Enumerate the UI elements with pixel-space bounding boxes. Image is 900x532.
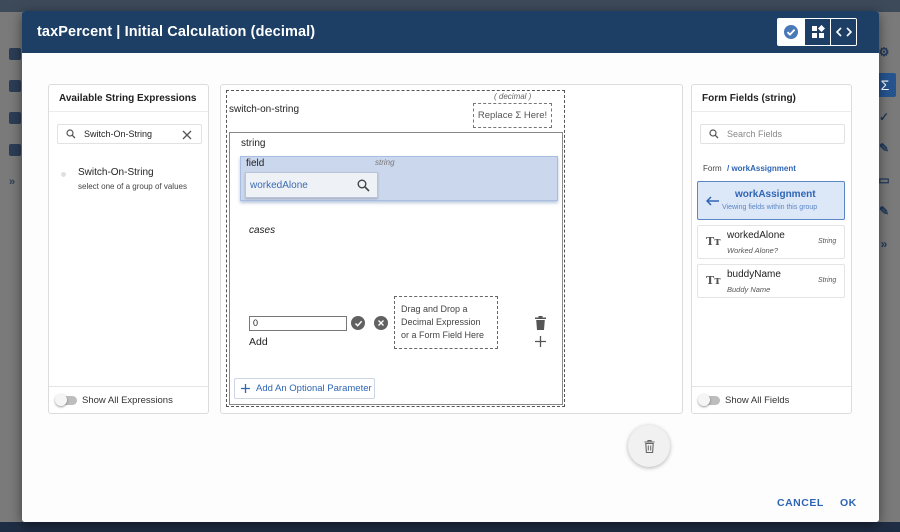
expression-list-item[interactable]: Switch-On-String select one of a group o… [49,161,208,199]
return-type-label: ( decimal ) [494,92,532,101]
plus-icon [241,384,250,393]
check-circle-icon [784,25,798,39]
show-all-fields-label: Show All Fields [725,394,790,406]
field-search-input[interactable]: Search Fields [700,124,845,144]
form-field-name: buddyName [727,269,781,280]
available-expressions-title: Available String Expressions [49,85,208,112]
bg-dashboard-icon [9,80,21,92]
expression-bullet [61,172,66,177]
bg-check-icon: ✓ [878,110,890,124]
text-type-icon: Tт [706,274,722,287]
form-field-label: Worked Alone? [727,246,778,255]
expression-description: select one of a group of values [78,182,187,191]
bg-wrench-icon: ✎ [878,141,890,155]
search-icon [66,129,76,139]
check-icon [354,320,362,327]
show-all-expressions-label: Show All Expressions [82,394,173,406]
decimal-drop-target[interactable]: Drag and Drop a Decimal Expression or a … [394,296,498,349]
field-value: workedAlone [250,180,308,191]
code-icon [835,27,852,37]
form-field-name: workedAlone [727,230,785,241]
validate-view-button[interactable] [778,19,804,45]
delete-expression-button[interactable] [628,425,670,467]
text-type-icon: Tт [706,235,722,248]
confirm-case-button[interactable] [351,316,365,330]
switch-on-string-label: switch-on-string [229,104,300,115]
close-icon [378,320,384,326]
cancel-button[interactable]: CANCEL [777,497,824,509]
expression-builder-dialog: taxPercent | Initial Calculation (decima… [22,11,879,522]
breadcrumb-path[interactable]: / workAssignment [727,164,796,173]
bg-edit-icon: ✎ [878,204,890,218]
blocks-view-button[interactable] [804,19,830,45]
form-field-label: Buddy Name [727,285,771,294]
add-optional-parameter-label: Add An Optional Parameter [256,383,372,394]
view-mode-toggle-group [777,18,857,46]
bg-expand-icon: » [9,176,16,188]
field-search-placeholder: Search Fields [727,129,783,139]
form-field-chip[interactable]: workedAlone [245,172,378,198]
expression-search-input[interactable]: Switch-On-String [57,124,202,144]
arrow-left-icon [706,196,719,206]
dialog-header: taxPercent | Initial Calculation (decima… [22,11,879,53]
dialog-title: taxPercent | Initial Calculation (decima… [37,24,316,40]
form-field-type: String [818,238,837,245]
breadcrumb-root[interactable]: Form [703,164,722,173]
search-icon[interactable] [357,179,370,192]
show-all-expressions-toggle[interactable]: Show All Expressions [49,386,208,413]
replace-drop-target[interactable]: Replace Σ Here! [473,103,552,128]
bg-chevrons-icon: » [880,237,888,251]
field-label: field [246,158,265,169]
cases-label: cases [249,225,276,236]
add-case-icon[interactable] [535,336,546,347]
replace-placeholder: Replace Σ Here! [477,110,548,121]
bg-puzzle-icon [9,112,21,124]
string-section-label: string [241,138,266,149]
drop-hint-text: Drag and Drop a Decimal Expression or a … [401,304,485,340]
bg-settings-icon [9,144,21,156]
bg-display-icon: ▭ [878,173,890,187]
code-view-button[interactable] [830,19,856,45]
field-drop-zone[interactable]: field string workedAlone [240,156,558,201]
clear-search-icon[interactable] [182,130,192,140]
remove-case-button[interactable] [374,316,388,330]
toggle-switch [55,393,77,406]
case-value-input[interactable]: 0 [249,316,347,331]
ok-button[interactable]: OK [840,497,857,509]
group-subtitle: Viewing fields within this group [722,204,818,211]
dialog-body: Available String Expressions Switch-On-S… [22,53,879,522]
form-field-type: String [818,277,837,284]
search-icon [709,129,719,139]
group-name: workAssignment [735,189,816,200]
trash-icon [644,439,654,453]
blocks-icon [811,25,825,38]
toggle-switch [698,393,720,406]
field-type-label: string [375,158,395,167]
add-optional-parameter-button[interactable]: Add An Optional Parameter [234,378,375,399]
form-field-item[interactable]: Tт workedAlone Worked Alone? String [697,225,845,259]
form-field-item[interactable]: Tт buddyName Buddy Name String [697,264,845,298]
bg-gear-icon: ⚙ [878,45,890,59]
group-back-card[interactable]: workAssignment Viewing fields within thi… [697,181,845,220]
bg-layers-icon [9,48,21,60]
form-fields-title: Form Fields (string) [692,85,851,112]
show-all-fields-toggle[interactable]: Show All Fields [692,386,851,413]
available-expressions-panel: Available String Expressions Switch-On-S… [48,84,209,414]
add-case-label: Add [249,336,268,348]
expression-name: Switch-On-String [78,167,154,178]
background-footer [0,522,900,532]
delete-case-icon[interactable] [535,316,546,330]
expression-search-value: Switch-On-String [84,129,153,139]
